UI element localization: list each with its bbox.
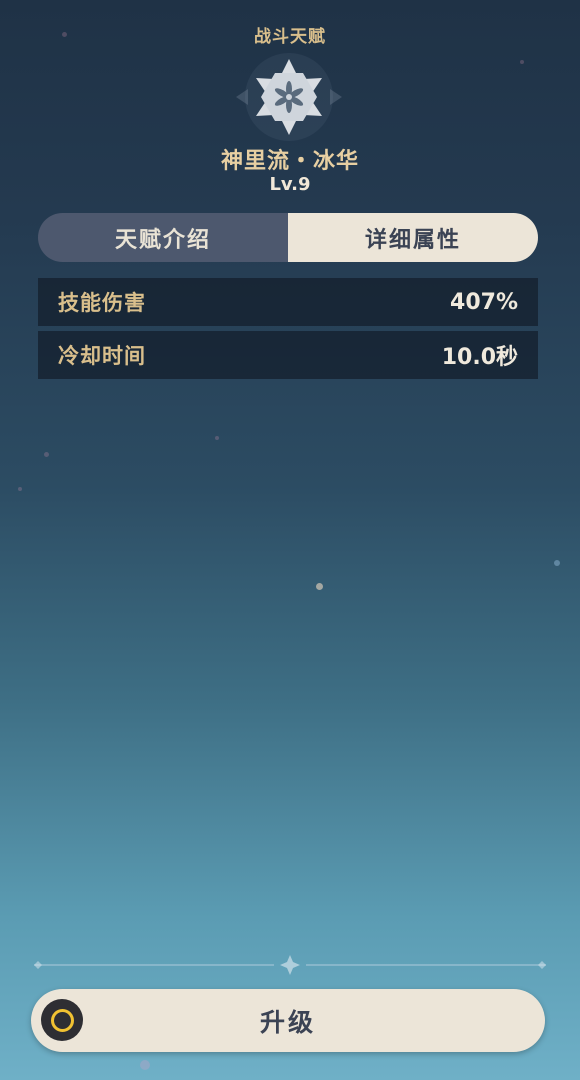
- stat-value: 10.0秒: [441, 345, 518, 370]
- skill-icon-container: [226, 53, 352, 141]
- bokeh-particle: [215, 436, 219, 440]
- upgrade-button[interactable]: 升级: [31, 989, 545, 1052]
- tab-talent-intro[interactable]: 天赋介绍: [38, 213, 288, 262]
- bokeh-particle: [520, 60, 524, 64]
- stat-label: 技能伤害: [58, 291, 146, 315]
- stat-row-cooldown: 冷却时间 10.0秒: [38, 331, 538, 379]
- divider-ornament: [34, 955, 546, 975]
- upgrade-label: 升级: [259, 1007, 316, 1037]
- stat-label: 冷却时间: [58, 344, 146, 368]
- skill-name: 神里流・冰华: [220, 149, 359, 174]
- tab-detailed-attributes[interactable]: 详细属性: [288, 213, 538, 262]
- section-label: 战斗天赋: [254, 27, 326, 47]
- bokeh-particle: [316, 583, 323, 590]
- stat-row-skill-dmg: 技能伤害 407%: [38, 278, 538, 326]
- snowflake-crest-icon: [236, 53, 342, 141]
- bokeh-particle: [554, 560, 560, 566]
- talent-tabs: 天赋介绍 详细属性: [38, 213, 538, 262]
- bokeh-particle: [18, 487, 22, 491]
- skill-level: Lv.9: [269, 174, 311, 195]
- stat-value: 407%: [450, 289, 518, 315]
- bokeh-particle: [44, 452, 49, 457]
- bokeh-particle: [140, 1060, 150, 1070]
